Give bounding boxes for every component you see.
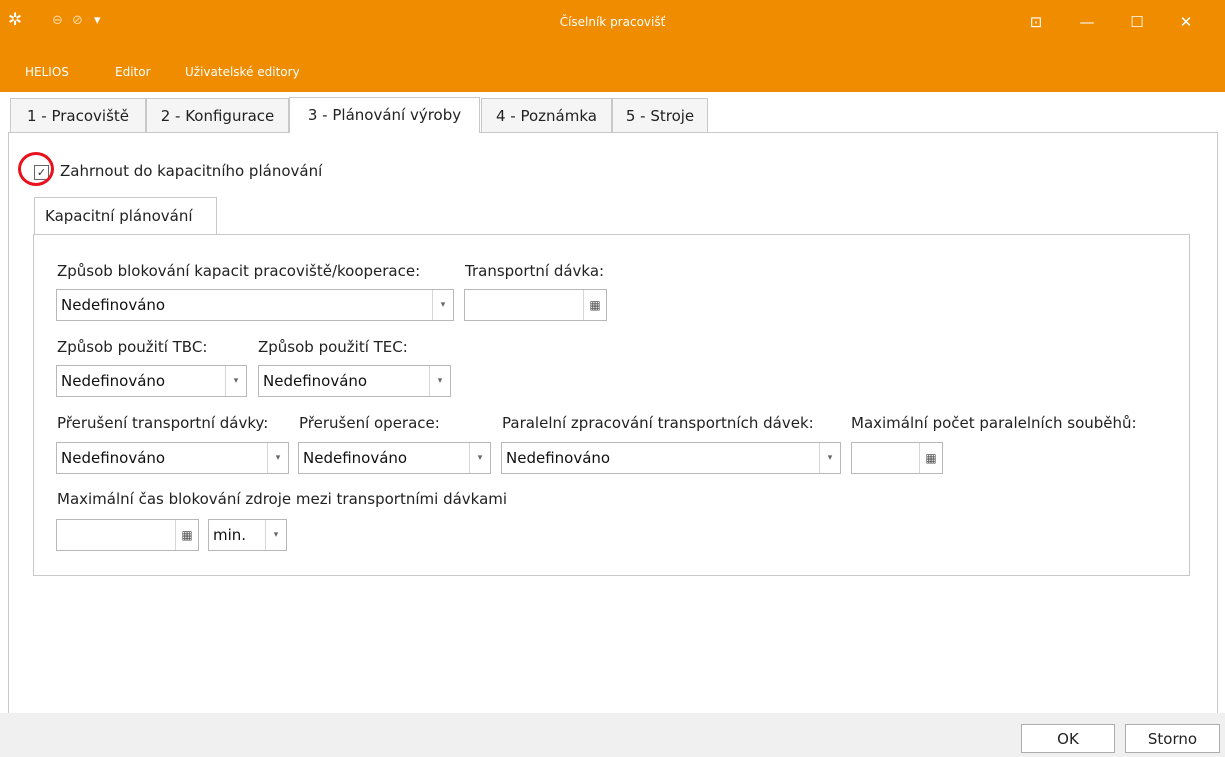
parallel-processing-select[interactable]: Nedefinováno ▾ <box>501 442 841 474</box>
calculator-icon[interactable]: ▦ <box>919 443 942 473</box>
chevron-down-icon[interactable]: ▾ <box>429 366 450 396</box>
blocking-method-label: Způsob blokování kapacit pracoviště/koop… <box>57 262 421 280</box>
batch-interrupt-value: Nedefinováno <box>61 449 166 467</box>
transport-batch-label: Transportní dávka: <box>465 262 605 280</box>
tbc-usage-select[interactable]: Nedefinováno ▾ <box>56 365 247 397</box>
blocking-method-select[interactable]: Nedefinováno ▾ <box>56 289 454 321</box>
cancel-button[interactable]: Storno <box>1125 724 1220 753</box>
tab-planovani-vyroby[interactable]: 3 - Plánování výroby <box>289 97 480 133</box>
ok-button[interactable]: OK <box>1021 724 1115 753</box>
transport-batch-input[interactable]: ▦ <box>464 289 607 321</box>
menu-bar: HELIOS Editor Uživatelské editory <box>0 44 1225 92</box>
blocking-method-value: Nedefinováno <box>61 296 166 314</box>
chevron-down-icon[interactable]: ▾ <box>265 520 286 550</box>
chevron-down-icon[interactable]: ▾ <box>819 443 840 473</box>
chevron-down-icon[interactable]: ▾ <box>432 290 453 320</box>
calculator-icon[interactable]: ▦ <box>583 290 606 320</box>
tec-usage-select[interactable]: Nedefinováno ▾ <box>258 365 451 397</box>
operation-interrupt-select[interactable]: Nedefinováno ▾ <box>298 442 491 474</box>
menu-user-editors[interactable]: Uživatelské editory <box>185 65 300 79</box>
highlight-circle <box>18 152 54 186</box>
tec-usage-label: Způsob použití TEC: <box>258 338 408 356</box>
tab-pracoviste[interactable]: 1 - Pracoviště <box>10 98 146 132</box>
operation-interrupt-label: Přerušení operace: <box>299 414 440 432</box>
max-blocking-time-label: Maximální čas blokování zdroje mezi tran… <box>57 490 508 508</box>
tbc-usage-label: Způsob použití TBC: <box>57 338 208 356</box>
tab-konfigurace[interactable]: 2 - Konfigurace <box>146 98 289 132</box>
max-parallel-label: Maximální počet paralelních souběhů: <box>851 414 1137 432</box>
tab-kapacitni-planovani[interactable]: Kapacitní plánování <box>34 197 217 234</box>
parallel-processing-value: Nedefinováno <box>506 449 611 467</box>
chevron-down-icon[interactable]: ▾ <box>225 366 246 396</box>
batch-interrupt-label: Přerušení transportní dávky: <box>57 414 269 432</box>
maximize-button[interactable]: ☐ <box>1114 8 1160 36</box>
chevron-down-icon[interactable]: ▾ <box>267 443 288 473</box>
time-unit-select[interactable]: min. ▾ <box>208 519 287 551</box>
batch-interrupt-select[interactable]: Nedefinováno ▾ <box>56 442 289 474</box>
parallel-processing-label: Paralelní zpracování transportních dávek… <box>502 414 814 432</box>
capacity-planning-panel <box>33 234 1190 576</box>
menu-helios[interactable]: HELIOS <box>25 65 69 79</box>
max-blocking-time-input[interactable]: ▦ <box>56 519 199 551</box>
tab-poznamka[interactable]: 4 - Poznámka <box>481 98 612 132</box>
time-unit-value: min. <box>213 526 247 544</box>
calculator-icon[interactable]: ▦ <box>175 520 198 550</box>
tab-stroje[interactable]: 5 - Stroje <box>612 98 708 132</box>
menu-editor[interactable]: Editor <box>115 65 151 79</box>
operation-interrupt-value: Nedefinováno <box>303 449 408 467</box>
close-button[interactable]: ✕ <box>1163 8 1209 36</box>
chevron-down-icon[interactable]: ▾ <box>469 443 490 473</box>
pin-icon[interactable]: ⊡ <box>1013 8 1059 36</box>
include-capacity-planning-label: Zahrnout do kapacitního plánování <box>60 162 323 180</box>
max-parallel-input[interactable]: ▦ <box>851 442 943 474</box>
tbc-usage-value: Nedefinováno <box>61 372 166 390</box>
tec-usage-value: Nedefinováno <box>263 372 368 390</box>
minimize-button[interactable]: — <box>1064 8 1110 36</box>
title-bar: ✲ ⊖ ⊘ ▾ Číselník pracovišť ⊡ — ☐ ✕ <box>0 0 1225 44</box>
